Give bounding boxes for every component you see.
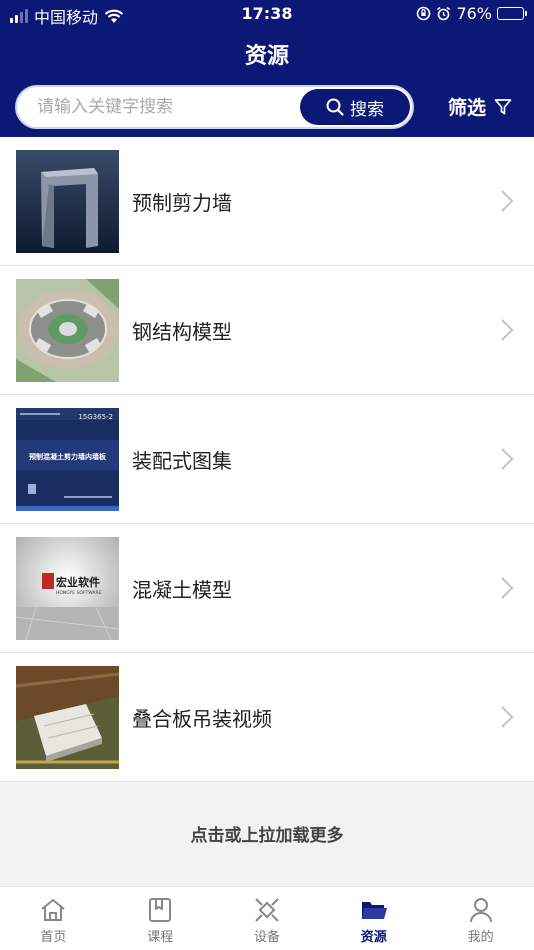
resource-title: 装配式图集	[132, 449, 232, 473]
list-item[interactable]: 叠合板吊装视频	[0, 653, 534, 782]
folder-icon	[361, 902, 387, 919]
tab-bar: 首页 课程 设备 资源 我的	[0, 886, 534, 950]
chevron-right-icon	[501, 706, 514, 728]
tab-resource[interactable]: 资源	[320, 887, 427, 950]
chevron-right-icon	[501, 190, 514, 212]
filter-icon	[494, 98, 512, 114]
search-icon	[326, 98, 344, 116]
atlas-code: 15G365-2	[78, 413, 113, 421]
chevron-right-icon	[501, 577, 514, 599]
load-more-button[interactable]: 点击或上拉加载更多	[0, 781, 534, 886]
resource-title: 预制剪力墙	[132, 191, 232, 215]
tab-course[interactable]: 课程	[107, 887, 214, 950]
logo-cn: 宏业软件	[56, 575, 100, 589]
tab-label: 设备	[253, 930, 280, 945]
resource-thumbnail	[16, 150, 119, 253]
list-item[interactable]: 预制剪力墙	[0, 137, 534, 266]
tab-label: 课程	[147, 930, 174, 945]
atlas-title: 预制混凝土剪力墙内墙板	[29, 452, 107, 461]
resource-title: 钢结构模型	[132, 320, 232, 344]
resource-list: 预制剪力墙 钢结构模型 15G365-2 预制混凝土剪力墙内墙板 装配式图集 宏…	[0, 137, 534, 782]
tab-profile[interactable]: 我的	[427, 887, 534, 950]
header-bar: 中国移动 17:38 76% 资源 请输入关键字搜索 搜索 筛选	[0, 0, 534, 137]
chevron-right-icon	[501, 319, 514, 341]
tab-home[interactable]: 首页	[0, 887, 107, 950]
resource-thumbnail: 15G365-2 预制混凝土剪力墙内墙板	[16, 408, 119, 511]
resource-thumbnail	[16, 666, 119, 769]
resource-thumbnail: 宏业软件 HONGYE SOFTWARE	[16, 537, 119, 640]
resource-title: 混凝土模型	[132, 578, 232, 602]
user-icon	[469, 898, 492, 923]
tab-label: 首页	[40, 930, 67, 945]
search-bar: 搜索	[15, 85, 414, 129]
resource-title: 叠合板吊装视频	[132, 707, 272, 731]
course-icon	[149, 898, 172, 922]
logo-en: HONGYE SOFTWARE	[56, 590, 102, 596]
battery-percent: 76%	[456, 4, 492, 23]
filter-button[interactable]: 筛选	[448, 93, 512, 120]
tab-label: 资源	[360, 930, 387, 945]
chevron-right-icon	[501, 448, 514, 470]
alarm-icon	[437, 6, 451, 21]
orientation-lock-icon	[417, 6, 431, 21]
page-title: 资源	[244, 44, 289, 69]
list-item[interactable]: 宏业软件 HONGYE SOFTWARE 混凝土模型	[0, 524, 534, 653]
tab-device[interactable]: 设备	[214, 887, 321, 950]
list-item[interactable]: 15G365-2 预制混凝土剪力墙内墙板 装配式图集	[0, 395, 534, 524]
search-input[interactable]	[37, 87, 297, 127]
list-item[interactable]: 钢结构模型	[0, 266, 534, 395]
battery-icon	[497, 7, 527, 20]
search-button-label: 搜索	[350, 99, 384, 119]
status-bar: 中国移动 17:38 76%	[0, 0, 534, 28]
resource-thumbnail	[16, 279, 119, 382]
tab-label: 我的	[467, 930, 494, 945]
device-icon	[255, 898, 279, 922]
filter-label: 筛选	[448, 97, 487, 119]
home-icon	[41, 899, 66, 921]
search-button[interactable]: 搜索	[300, 89, 410, 125]
